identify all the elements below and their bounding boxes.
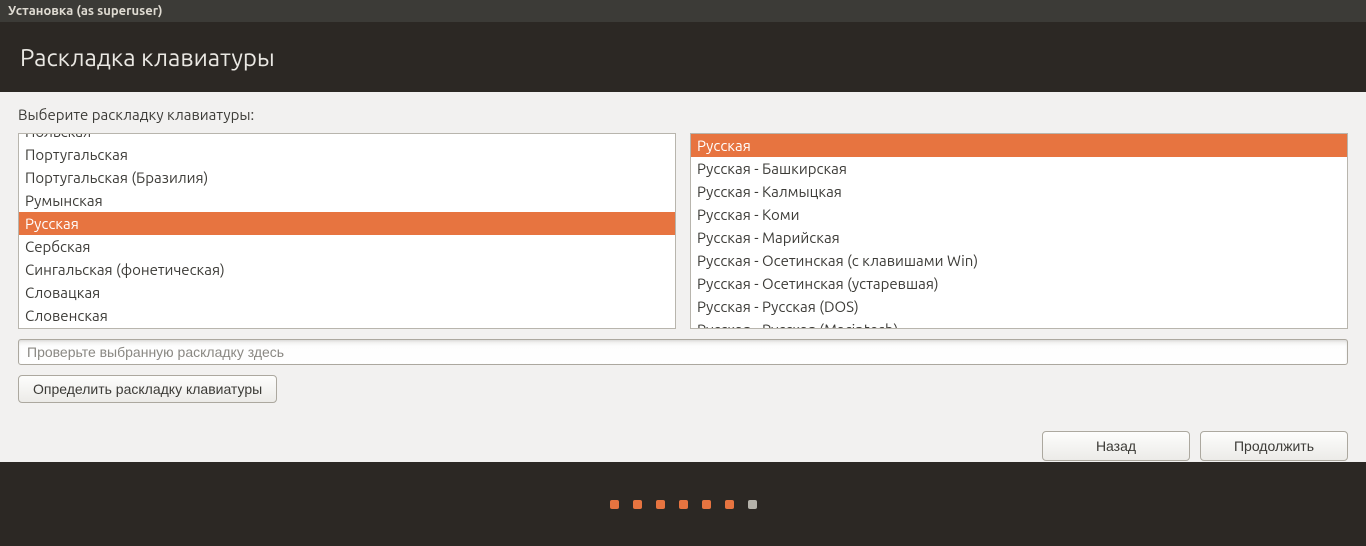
list-item[interactable]: Русская - Коми	[691, 203, 1347, 226]
progress-dot	[656, 500, 665, 509]
list-item[interactable]: Сингальская (фонетическая)	[19, 258, 675, 281]
list-item[interactable]: Русская - Марийская	[691, 226, 1347, 249]
list-item[interactable]: Румынская	[19, 189, 675, 212]
footer	[0, 462, 1366, 546]
progress-dot	[702, 500, 711, 509]
list-item[interactable]: Русская	[691, 134, 1347, 157]
list-item[interactable]: Русская	[19, 212, 675, 235]
detect-row: Определить раскладку клавиатуры	[18, 375, 1348, 403]
progress-dot	[748, 500, 757, 509]
list-item[interactable]: Русская - Русская (DOS)	[691, 295, 1347, 318]
window-title: Установка (as superuser)	[8, 4, 163, 18]
list-item[interactable]: Русская - Башкирская	[691, 157, 1347, 180]
detect-layout-button[interactable]: Определить раскладку клавиатуры	[18, 375, 277, 403]
list-item[interactable]: Русская - Русская (Macintosh)	[691, 318, 1347, 329]
continue-button[interactable]: Продолжить	[1200, 431, 1348, 461]
progress-dots	[610, 500, 757, 509]
back-button[interactable]: Назад	[1042, 431, 1190, 461]
list-item[interactable]: Португальская (Бразилия)	[19, 166, 675, 189]
progress-dot	[725, 500, 734, 509]
nav-buttons: Назад Продолжить	[18, 431, 1348, 461]
page-title: Раскладка клавиатуры	[20, 44, 275, 71]
content-area: Выберите раскладку клавиатуры: ПольскаяП…	[0, 92, 1366, 462]
test-layout-input[interactable]	[18, 339, 1348, 365]
list-item[interactable]: Русская - Калмыцкая	[691, 180, 1347, 203]
window-titlebar: Установка (as superuser)	[0, 0, 1366, 22]
list-item[interactable]: Словацкая	[19, 281, 675, 304]
layout-variant-list[interactable]: РусскаяРусская - БашкирскаяРусская - Кал…	[690, 133, 1348, 329]
list-item[interactable]: Сербская	[19, 235, 675, 258]
instruction-label: Выберите раскладку клавиатуры:	[18, 106, 1348, 123]
layout-family-list[interactable]: ПольскаяПортугальскаяПортугальская (Браз…	[18, 133, 676, 329]
progress-dot	[679, 500, 688, 509]
list-item[interactable]: Словенская	[19, 304, 675, 327]
layout-lists: ПольскаяПортугальскаяПортугальская (Браз…	[18, 133, 1348, 329]
page-header: Раскладка клавиатуры	[0, 22, 1366, 92]
list-item[interactable]: Русская - Осетинская (устаревшая)	[691, 272, 1347, 295]
list-item[interactable]: Португальская	[19, 143, 675, 166]
list-item[interactable]: Русская - Осетинская (с клавишами Win)	[691, 249, 1347, 272]
progress-dot	[633, 500, 642, 509]
progress-dot	[610, 500, 619, 509]
list-item[interactable]: Польская	[19, 133, 675, 143]
